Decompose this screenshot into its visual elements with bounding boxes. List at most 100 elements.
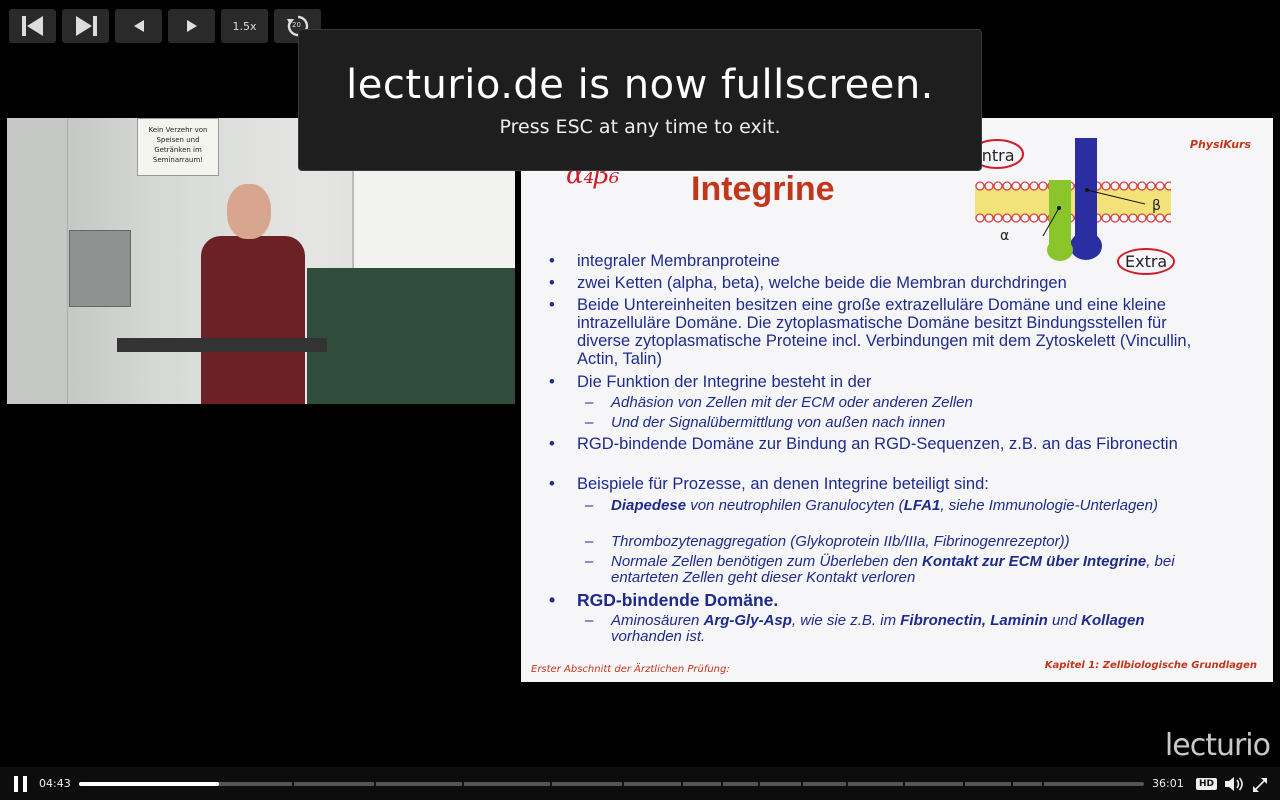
volume-button[interactable]: [1224, 776, 1244, 796]
triangle-left-icon: [133, 20, 144, 32]
next-chapter-button[interactable]: [62, 9, 109, 43]
bullet-item: • RGD-bindende Domäne zur Bindung an RGD-…: [549, 435, 1178, 453]
slide-footer-left: Erster Abschnitt der Ärztlichen Prüfung:: [531, 664, 730, 675]
bullet-item: • Beispiele für Prozesse, an denen Integr…: [549, 475, 989, 493]
next-slide-button[interactable]: [168, 9, 215, 43]
chapter-mark: [903, 782, 906, 786]
lipid-head: [993, 181, 1003, 191]
video-lectern: [117, 338, 327, 352]
lipid-head: [1146, 181, 1156, 191]
chapter-mark: [680, 782, 683, 786]
sub-item: – Diapedese von neutrophilen Granulocyten…: [585, 497, 1158, 514]
chapter-mark: [1041, 782, 1044, 786]
lipid-head: [1029, 213, 1039, 223]
sub-item: – Normale Zellen benötigen zum Überleben …: [585, 553, 1175, 586]
lipid-head: [1002, 181, 1012, 191]
membrane-bilayer: [975, 181, 1171, 223]
sub-item: – Thrombozytenaggregation (Glykoprotein I…: [585, 533, 1070, 550]
lecturer-head: [227, 184, 271, 239]
lipid-head: [1155, 213, 1165, 223]
video-wall-box: [69, 230, 131, 307]
lipid-head: [1038, 181, 1048, 191]
bullet-item: • Die Funktion der Integrine besteht in d…: [549, 373, 872, 391]
fullscreen-notice-title: lecturio.de is now fullscreen.: [346, 62, 934, 108]
video-door: [7, 118, 68, 404]
lipid-head: [1002, 213, 1012, 223]
lecturio-logo: lecturio: [1164, 728, 1271, 763]
progress-bar[interactable]: [79, 782, 1144, 786]
lipid-head: [993, 213, 1003, 223]
exit-fullscreen-button[interactable]: [1253, 777, 1267, 796]
bullet-item: • zwei Ketten (alpha, beta), welche beide…: [549, 274, 1067, 292]
chapter-mark: [292, 782, 294, 786]
lipid-head: [1101, 213, 1111, 223]
total-time: 36:01: [1152, 777, 1184, 790]
lipid-head: [1128, 213, 1138, 223]
exit-fullscreen-icon: [1253, 778, 1267, 792]
lipid-head: [1011, 213, 1021, 223]
pause-icon: [14, 776, 18, 792]
lipid-head: [984, 213, 994, 223]
video-wall-sign: Kein Verzehr von Speisen und Getränken i…: [137, 118, 219, 176]
lipid-head: [1128, 181, 1138, 191]
slide-brand: PhysiKurs: [1189, 138, 1251, 151]
lipid-head: [1110, 213, 1120, 223]
lipid-head: [1038, 213, 1048, 223]
lipid-head: [1101, 181, 1111, 191]
hd-toggle[interactable]: HD: [1196, 778, 1218, 790]
chapter-mark: [962, 782, 965, 786]
slide-title: Integrine: [691, 170, 835, 208]
skip-forward-icon: [75, 16, 97, 36]
bullet-item: • RGD-bindende Domäne.: [549, 590, 779, 610]
chapter-mark: [549, 782, 552, 786]
top-controls: 1.5x 20: [9, 9, 321, 43]
pause-icon-bar: [23, 776, 27, 792]
chapter-mark: [801, 782, 804, 786]
playback-speed-button[interactable]: 1.5x: [221, 9, 268, 43]
bullet-item: • Beide Untereinheiten besitzen eine groß…: [549, 296, 1192, 368]
lecturer: [195, 184, 307, 404]
chapter-mark: [845, 782, 848, 786]
chapter-mark: [462, 782, 465, 786]
alpha-label: α: [1000, 228, 1010, 244]
chapter-mark: [622, 782, 625, 786]
fullscreen-notice: lecturio.de is now fullscreen. Press ESC…: [298, 29, 982, 171]
lipid-head: [1155, 181, 1165, 191]
volume-icon: [1225, 777, 1243, 791]
lipid-head: [1137, 213, 1147, 223]
video-chalkboard: [307, 268, 515, 404]
previous-chapter-button[interactable]: [9, 9, 56, 43]
lecture-slide: α₄β₆ Integrine PhysiKurs Intra Extra α β…: [521, 118, 1273, 682]
beta-chain: [1075, 138, 1097, 248]
lipid-head: [1119, 213, 1129, 223]
sub-item: – Adhäsion von Zellen mit der ECM oder an…: [585, 394, 973, 411]
skip-back-icon: [21, 16, 43, 36]
lipid-head: [1110, 181, 1120, 191]
lipid-head: [1020, 181, 1030, 191]
chapter-mark: [374, 782, 376, 786]
current-time: 04:43: [39, 777, 71, 790]
lipid-head: [1164, 213, 1171, 223]
intra-label: Intra: [977, 146, 1015, 165]
chapter-mark: [1010, 782, 1013, 786]
triangle-right-icon: [186, 20, 197, 32]
replay-seconds: 20: [292, 21, 301, 29]
sub-item: – Und der Signalübermittlung von außen na…: [585, 414, 946, 431]
bullet-item: • integraler Membranproteine: [549, 252, 780, 270]
slide-footer-right: Kapitel 1: Zellbiologische Grundlagen: [1044, 660, 1257, 671]
lecturer-body: [201, 236, 305, 404]
lipid-head: [975, 213, 985, 223]
lipid-head: [1119, 181, 1129, 191]
previous-slide-button[interactable]: [115, 9, 162, 43]
lipid-head: [1029, 181, 1039, 191]
sub-item: – Aminosäuren Arg-Gly-Asp, wie sie z.B. i…: [585, 612, 1145, 645]
pause-button[interactable]: [13, 776, 29, 792]
beta-label: β: [1152, 198, 1161, 214]
lipid-head: [975, 181, 985, 191]
speed-label: 1.5x: [232, 19, 257, 33]
fullscreen-notice-subtitle: Press ESC at any time to exit.: [499, 116, 781, 138]
lipid-head: [1137, 181, 1147, 191]
lipid-head: [1011, 181, 1021, 191]
progress-fill: [79, 782, 219, 786]
lipid-head: [1146, 213, 1156, 223]
